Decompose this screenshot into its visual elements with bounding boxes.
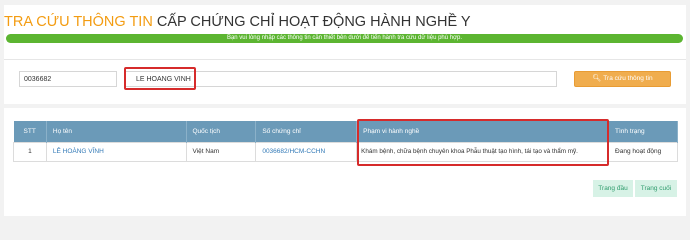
page-title: TRA CỨU THÔNG TIN CẤP CHỨNG CHỈ HOẠT ĐỘN… xyxy=(4,14,471,30)
page-title-accent: TRA CỨU THÔNG TIN xyxy=(4,14,153,30)
column-header-name: Họ tên xyxy=(46,121,187,142)
search-button-label: Tra cứu thông tin xyxy=(603,75,653,82)
name-highlight-box xyxy=(124,67,196,90)
column-header-status: Tình trạng xyxy=(608,121,678,142)
column-header-nationality: Quốc tịch xyxy=(186,121,257,142)
column-header-stt: STT xyxy=(13,121,47,142)
certificate-number-input[interactable] xyxy=(19,71,117,87)
cell-name-link[interactable]: LÊ HOÀNG VĨNH xyxy=(45,141,187,162)
cell-status: Đang hoạt động xyxy=(608,141,678,162)
last-page-button[interactable]: Trang cuối xyxy=(635,180,677,197)
column-header-certificate: Số chứng chỉ xyxy=(255,121,358,142)
search-button[interactable]: 🔍︎ Tra cứu thông tin xyxy=(574,71,671,87)
first-page-button[interactable]: Trang đầu xyxy=(593,180,633,197)
page-title-main: CẤP CHỨNG CHỈ HOẠT ĐỘNG HÀNH NGHỀ Y xyxy=(156,14,471,30)
cell-nationality: Việt Nam xyxy=(185,141,257,162)
cell-stt: 1 xyxy=(13,141,47,162)
notice-bar: Bạn vui lòng nhập các thông tin cần thiế… xyxy=(6,34,683,43)
search-icon: 🔍︎ xyxy=(592,75,602,82)
scope-highlight-box xyxy=(357,119,609,166)
cell-certificate-link[interactable]: 0036682/HCM-CCHN xyxy=(255,141,358,162)
